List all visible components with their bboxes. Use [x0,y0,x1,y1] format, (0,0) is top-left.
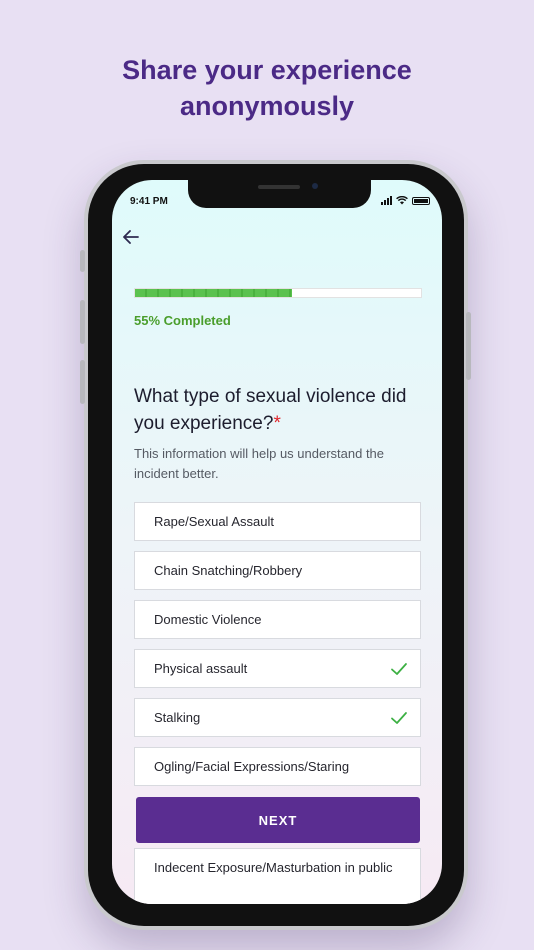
option-label: Rape/Sexual Assault [154,514,274,529]
option-label: Domestic Violence [154,612,262,627]
option-stalking[interactable]: Stalking [134,698,421,737]
battery-icon [412,197,430,205]
promo-headline-line2: anonymously [179,91,355,121]
progress-bar-fill [135,289,293,297]
phone-mute-switch [80,250,85,272]
phone-volume-up [80,300,85,344]
progress-label: 55% Completed [134,313,231,328]
status-time: 9:41 PM [130,196,168,207]
option-chain-snatching-robbery[interactable]: Chain Snatching/Robbery [134,551,421,590]
promo-headline: Share your experience anonymously [0,52,534,124]
next-button[interactable]: NEXT [136,797,420,843]
option-rape-sexual-assault[interactable]: Rape/Sexual Assault [134,502,421,541]
back-arrow-icon[interactable] [120,226,142,248]
wifi-icon [396,196,408,205]
option-label: Chain Snatching/Robbery [154,563,303,578]
option-label: Physical assault [154,661,248,676]
question-title: What type of sexual violence did you exp… [134,383,426,437]
checkmark-icon [391,663,407,675]
question-helper-text: This information will help us understand… [134,446,385,481]
option-domestic-violence[interactable]: Domestic Violence [134,600,421,639]
speaker-grille [258,185,300,189]
signal-icon [381,196,392,205]
option-label: Indecent Exposure/Masturbation in public [154,860,393,875]
phone-volume-down [80,360,85,404]
progress-bar [134,288,422,298]
status-icons [381,196,430,205]
promo-headline-line1: Share your experience [122,55,412,85]
option-label: Stalking [154,710,201,725]
option-physical-assault[interactable]: Physical assault [134,649,421,688]
phone-power-button [466,312,471,380]
phone-notch [188,180,371,208]
app-screen: 9:41 PM 55% Completed What type of sexua… [112,180,442,904]
option-ogling-staring[interactable]: Ogling/Facial Expressions/Staring [134,747,421,786]
question-text: What type of sexual violence did you exp… [134,386,407,434]
front-camera [312,183,318,189]
checkmark-icon [391,712,407,724]
options-list: Rape/Sexual Assault Chain Snatching/Robb… [134,502,421,796]
option-label: Ogling/Facial Expressions/Staring [154,759,350,774]
required-marker: * [273,413,281,434]
option-indecent-exposure[interactable]: Indecent Exposure/Masturbation in public [134,848,421,904]
